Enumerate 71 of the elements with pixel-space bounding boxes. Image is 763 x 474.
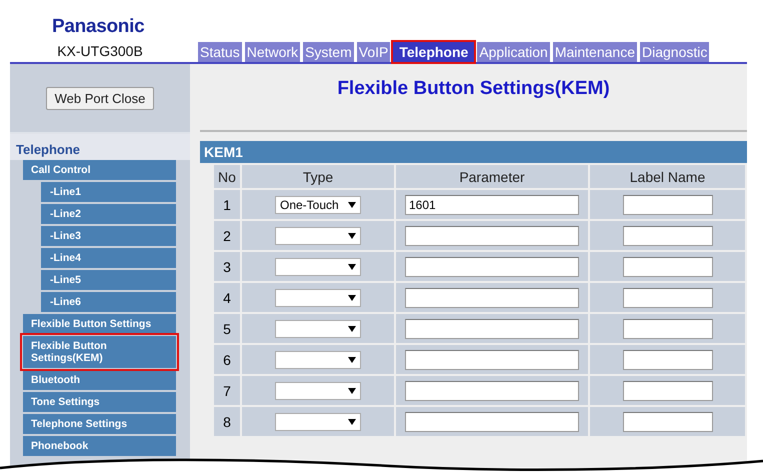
label-name-field[interactable] [622, 412, 712, 432]
sidebar-item[interactable]: -Line1 [41, 182, 176, 202]
caret-icon [348, 326, 356, 332]
caret-icon [348, 294, 356, 301]
section-header: KEM1 [200, 141, 747, 163]
label-name-field[interactable] [622, 256, 712, 276]
type-dropdown[interactable] [275, 382, 361, 400]
nav-tab[interactable]: Application [477, 42, 550, 62]
column-header: Label Name [590, 165, 745, 188]
sidebar-item[interactable]: Call Control [23, 160, 176, 180]
sidebar-item[interactable]: -Line3 [41, 226, 176, 246]
column-header: Type [242, 165, 394, 188]
type-dropdown[interactable] [275, 412, 361, 431]
row-number: 5 [214, 314, 240, 343]
row-number: 2 [214, 221, 240, 250]
sidebar-item[interactable]: Bluetooth [23, 370, 176, 390]
caret-icon [348, 418, 356, 425]
sidebar-item[interactable]: -Line6 [41, 292, 176, 312]
type-dropdown[interactable] [275, 350, 361, 369]
parameter-field[interactable] [405, 288, 579, 308]
sidebar-item[interactable]: Phonebook [23, 436, 176, 456]
nav-tab[interactable]: Diagnostic [640, 42, 710, 62]
sidebar-heading: Telephone [10, 134, 190, 160]
label-name-field[interactable] [622, 194, 712, 214]
label-name-field[interactable] [622, 318, 712, 338]
caret-icon [348, 264, 356, 270]
sidebar-item[interactable]: Tone Settings [23, 392, 176, 412]
type-dropdown[interactable] [275, 320, 361, 338]
row-number: 7 [214, 376, 240, 405]
parameter-field[interactable]: 1601 [405, 194, 579, 214]
nav-tab[interactable]: System [303, 42, 354, 62]
caret-icon [348, 232, 356, 239]
parameter-field[interactable] [405, 350, 579, 370]
nav-tab[interactable]: Network [244, 42, 300, 62]
nav-tab[interactable]: Telephone [393, 42, 474, 62]
model-name: KX-UTG300B [56, 43, 144, 61]
column-header: No [214, 165, 240, 188]
label-name-field[interactable] [622, 288, 712, 308]
parameter-field[interactable] [405, 318, 579, 338]
parameter-field[interactable] [405, 226, 579, 246]
label-name-field[interactable] [622, 350, 712, 370]
label-name-field[interactable] [622, 226, 712, 246]
parameter-field[interactable] [405, 380, 579, 400]
type-dropdown[interactable]: One-Touch [275, 196, 361, 214]
row-number: 4 [214, 283, 240, 312]
sidebar-item[interactable]: Flexible Button Settings(KEM) [23, 336, 176, 368]
web-port-close-button[interactable]: Web Port Close [46, 86, 154, 110]
sidebar-item[interactable]: Telephone Settings [23, 414, 176, 434]
caret-icon [348, 388, 356, 394]
page-title: Flexible Button Settings(KEM) [336, 77, 611, 101]
type-dropdown[interactable] [275, 226, 361, 245]
caret-icon [348, 356, 356, 363]
sidebar-item[interactable]: Flexible Button Settings [23, 314, 176, 334]
nav-tab[interactable]: Maintenance [552, 42, 637, 62]
parameter-field[interactable] [405, 412, 579, 432]
row-number: 6 [214, 345, 240, 374]
sidebar-item[interactable]: -Line5 [41, 270, 176, 290]
sidebar-item[interactable]: -Line4 [41, 248, 176, 268]
type-dropdown[interactable] [275, 288, 361, 307]
nav-tab[interactable]: VoIP [356, 42, 390, 62]
type-dropdown[interactable] [275, 258, 361, 276]
caret-icon [348, 202, 356, 208]
label-name-field[interactable] [622, 380, 712, 400]
sidebar-item[interactable]: -Line2 [41, 204, 176, 224]
column-header: Parameter [396, 165, 588, 188]
row-number: 1 [214, 190, 240, 219]
row-number: 8 [214, 407, 240, 436]
row-number: 3 [214, 252, 240, 281]
parameter-field[interactable] [405, 256, 579, 276]
nav-tab[interactable]: Status [198, 42, 242, 62]
logo: Panasonic [52, 16, 144, 38]
